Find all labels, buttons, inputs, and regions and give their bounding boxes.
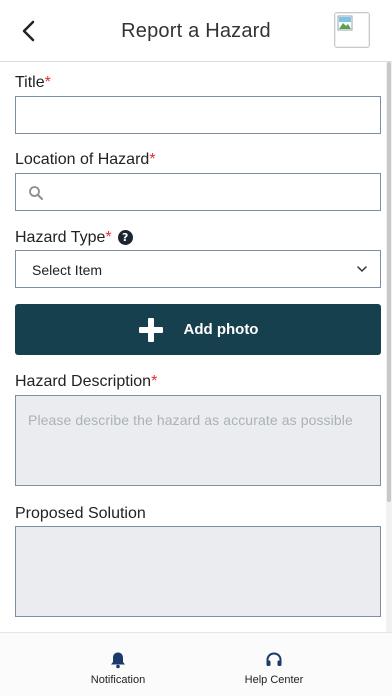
add-photo-label: Add photo	[183, 321, 259, 338]
solution-textarea[interactable]	[15, 526, 381, 617]
scrollbar[interactable]	[386, 62, 392, 632]
location-label-text: Location of Hazard	[15, 151, 150, 168]
description-label-text: Hazard Description	[15, 373, 152, 390]
app-root: Report a Hazard Title* Location of Hazar…	[0, 0, 392, 696]
broken-image-icon	[337, 15, 353, 31]
search-icon	[29, 186, 43, 200]
description-label: Hazard Description*	[15, 373, 157, 391]
report-form: Title* Location of Hazard* Hazard Type*?…	[0, 62, 392, 632]
hazard-type-select[interactable]: Select Item	[15, 250, 381, 288]
top-bar: Report a Hazard	[0, 0, 392, 62]
description-placeholder: Please describe the hazard as accurate a…	[28, 412, 353, 428]
required-marker: *	[149, 151, 156, 168]
nav-item-notification[interactable]: Notification	[58, 633, 178, 696]
title-label: Title*	[15, 74, 51, 92]
bottom-nav: Notification Help Center	[0, 632, 392, 696]
title-label-text: Title	[15, 74, 45, 91]
title-input[interactable]	[15, 96, 381, 134]
description-textarea[interactable]: Please describe the hazard as accurate a…	[15, 395, 381, 486]
location-label: Location of Hazard*	[15, 151, 156, 169]
headphones-icon	[266, 652, 282, 666]
required-marker: *	[105, 229, 112, 246]
hazard-type-label-text: Hazard Type	[15, 229, 106, 246]
plus-icon	[138, 317, 163, 342]
required-marker: *	[151, 373, 158, 390]
help-icon[interactable]: ?	[117, 230, 133, 245]
nav-label-help-center: Help Center	[244, 674, 304, 686]
required-marker: *	[44, 74, 51, 91]
add-photo-button[interactable]: Add photo	[15, 304, 381, 355]
chevron-down-icon	[357, 266, 367, 272]
solution-label-text: Proposed Solution	[15, 505, 146, 522]
hazard-type-label: Hazard Type*?	[15, 229, 133, 247]
nav-label-notification: Notification	[90, 674, 146, 686]
nav-item-help-center[interactable]: Help Center	[214, 633, 334, 696]
bell-icon	[111, 652, 125, 669]
scrollbar-thumb[interactable]	[387, 62, 391, 502]
solution-label: Proposed Solution	[15, 505, 146, 523]
location-search-input[interactable]	[15, 173, 381, 211]
hazard-type-selected-value: Select Item	[32, 262, 103, 278]
avatar[interactable]	[334, 12, 370, 48]
